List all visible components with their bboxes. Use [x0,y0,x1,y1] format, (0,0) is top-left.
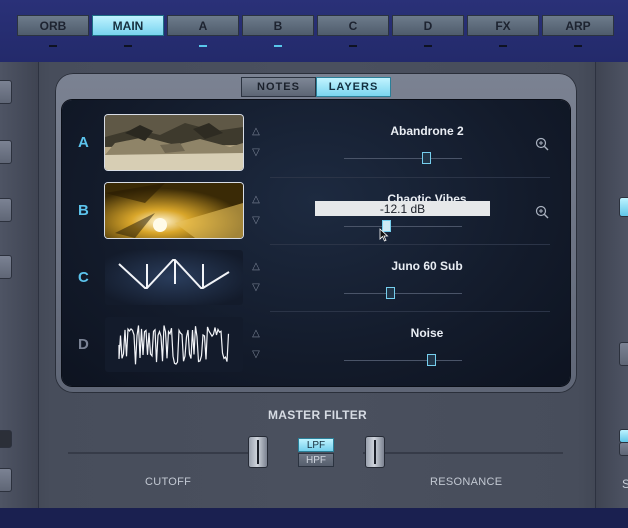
view-toggle: NOTES LAYERS [241,77,391,97]
layers-tab-button[interactable]: LAYERS [316,77,391,97]
tab-indicator [274,45,282,47]
layer-thumbnail[interactable] [105,183,243,238]
left-indicator [0,430,12,448]
tab-c[interactable]: C [317,15,389,47]
tab-a[interactable]: A [167,15,239,47]
right-edge-label: S [622,477,628,491]
tab-indicator [349,45,357,47]
cutoff-fader-track[interactable] [68,452,268,454]
left-dropdown[interactable] [0,198,12,222]
layer-letter[interactable]: C [78,269,92,286]
left-dropdown[interactable] [0,140,12,164]
layer-row-a: A △ ▽ Abandrone 2 [62,110,570,177]
notes-tab-button[interactable]: NOTES [241,77,316,97]
noise-wave-thumbnail[interactable] [105,317,243,372]
layer-letter[interactable]: D [78,336,92,353]
layer-letter[interactable]: B [78,202,92,219]
move-down-icon[interactable]: ▽ [250,349,262,361]
sawtooth-wave-thumbnail[interactable] [105,250,243,305]
tab-indicator [499,45,507,47]
layer-volume-slider[interactable] [344,354,462,366]
zoom-icon[interactable] [535,205,549,219]
hpf-button[interactable]: HPF [298,453,334,467]
tab-fx[interactable]: FX [467,15,539,47]
left-side-panel [0,62,39,508]
top-tabs: ORB MAIN A B C D FX ARP [17,15,617,47]
volume-tooltip: -12.1 dB [315,201,490,216]
tab-d[interactable]: D [392,15,464,47]
layer-letter[interactable]: A [78,134,92,151]
layer-row-d: D △ ▽ Noise [62,312,570,379]
top-navigation-bar: ORB MAIN A B C D FX ARP [0,0,628,62]
lpf-button[interactable]: LPF [298,438,334,452]
layer-volume-slider[interactable] [344,220,462,232]
tab-b[interactable]: B [242,15,314,47]
bottom-bar [0,508,628,528]
move-up-icon[interactable]: △ [250,261,262,273]
layer-thumbnail[interactable] [105,115,243,170]
tab-indicator [124,45,132,47]
tab-indicator [49,45,57,47]
resonance-fader-track[interactable] [363,452,563,454]
layer-volume-slider[interactable] [344,287,462,299]
layer-volume-slider[interactable] [344,152,462,164]
move-down-icon[interactable]: ▽ [250,282,262,294]
right-toggle[interactable] [619,197,628,217]
layer-sound-name[interactable]: Juno 60 Sub [314,259,540,273]
layers-panel: A △ ▽ Abandrone 2 B △ ▽ Chaotic Vibes C … [62,100,570,386]
tab-indicator [199,45,207,47]
resonance-fader[interactable] [365,436,385,468]
right-toggle[interactable] [619,429,628,443]
right-side-panel [595,62,628,508]
move-down-icon[interactable]: ▽ [250,147,262,159]
layer-sound-name[interactable]: Abandrone 2 [314,124,540,138]
cutoff-fader[interactable] [248,436,268,468]
tab-main[interactable]: MAIN [92,15,164,47]
right-toggle[interactable] [619,442,628,456]
master-filter-title: MASTER FILTER [267,408,367,422]
left-stepper[interactable] [0,80,12,104]
mouse-cursor-icon [379,228,389,242]
left-button[interactable] [0,468,12,492]
tab-arp[interactable]: ARP [542,15,614,47]
zoom-icon[interactable] [535,137,549,151]
move-up-icon[interactable]: △ [250,328,262,340]
slider-knob[interactable] [426,354,436,366]
layer-row-c: C △ ▽ Juno 60 Sub [62,245,570,312]
layer-sound-name[interactable]: Noise [314,326,540,340]
resonance-label: RESONANCE [430,476,503,488]
tab-indicator [424,45,432,47]
tab-indicator [574,45,582,47]
move-down-icon[interactable]: ▽ [250,215,262,227]
slider-knob[interactable] [385,287,395,299]
move-up-icon[interactable]: △ [250,126,262,138]
cutoff-label: CUTOFF [145,476,192,488]
move-up-icon[interactable]: △ [250,194,262,206]
left-dropdown[interactable] [0,255,12,279]
tab-orb[interactable]: ORB [17,15,89,47]
right-button[interactable] [619,342,628,366]
slider-knob[interactable] [422,152,432,164]
